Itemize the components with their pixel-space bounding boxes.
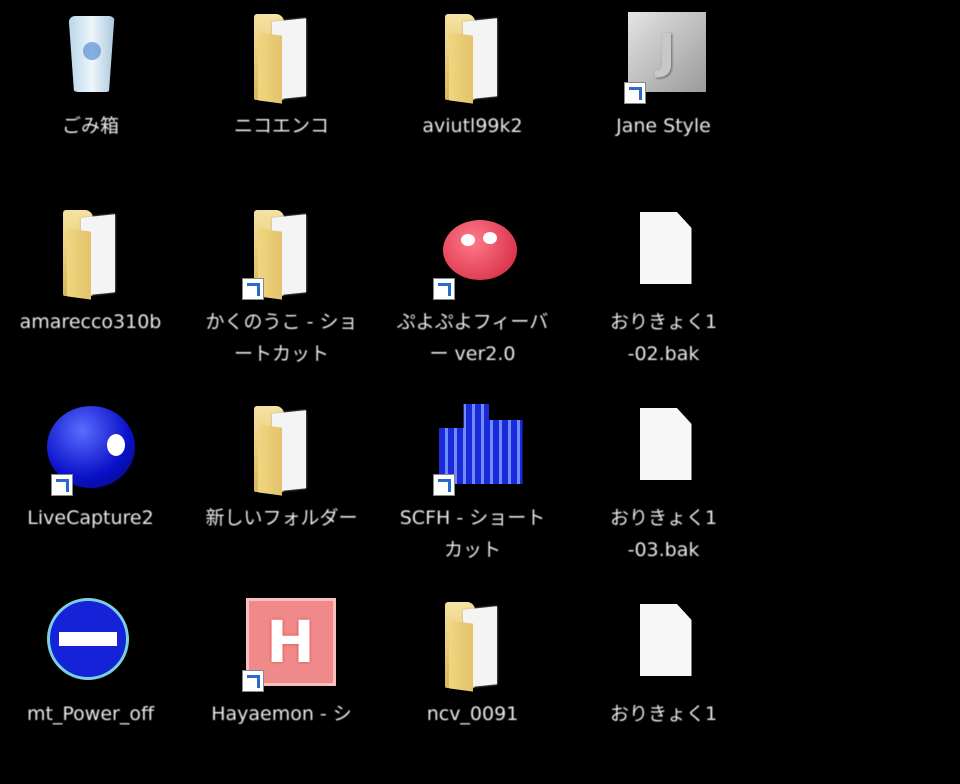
- desktop-icon[interactable]: ニコエンコ: [186, 0, 377, 196]
- desktop-icon[interactable]: ごみ箱: [0, 0, 186, 196]
- folder-icon[interactable]: [232, 204, 332, 304]
- desktop-icon-label[interactable]: Hayaemon - シ: [187, 698, 377, 730]
- desktop-icon-label[interactable]: LiveCapture2: [0, 502, 186, 534]
- shortcut-arrow-icon: [241, 670, 264, 692]
- no-entry-app-icon[interactable]: [41, 596, 141, 696]
- desktop-icon-label[interactable]: 新しいフォルダー: [187, 502, 377, 534]
- desktop-icon[interactable]: LiveCapture2: [0, 392, 186, 588]
- shortcut-arrow-icon: [50, 474, 73, 496]
- desktop-icon-label[interactable]: ncv_0091: [378, 698, 568, 730]
- desktop-icon-label[interactable]: おりきょく1 -03.bak: [569, 502, 759, 566]
- desktop-icon-label[interactable]: amarecco310b: [0, 306, 186, 338]
- desktop-icon-label[interactable]: ごみ箱: [0, 110, 186, 142]
- desktop-icon-label[interactable]: おりきょく1: [569, 698, 759, 730]
- shortcut-arrow-icon: [241, 278, 264, 300]
- desktop-icon-label[interactable]: mt_Power_off: [0, 698, 186, 730]
- desktop-icon[interactable]: mt_Power_off: [0, 588, 186, 784]
- livecapture-app-icon[interactable]: [41, 400, 141, 500]
- desktop-icon[interactable]: おりきょく1 -03.bak: [568, 392, 759, 588]
- desktop-icon-label[interactable]: ぷよぷよフィーバ ー ver2.0: [378, 306, 568, 370]
- folder-icon[interactable]: [423, 596, 523, 696]
- recycle-bin-icon[interactable]: [41, 8, 141, 108]
- shortcut-arrow-icon: [432, 278, 455, 300]
- desktop-icon-label[interactable]: SCFH - ショート カット: [378, 502, 568, 566]
- file-icon[interactable]: [614, 400, 714, 500]
- folder-icon[interactable]: [41, 204, 141, 304]
- file-icon[interactable]: [614, 596, 714, 696]
- desktop-icon[interactable]: amarecco310b: [0, 196, 186, 392]
- desktop-icon[interactable]: H Hayaemon - シ: [186, 588, 377, 784]
- shortcut-arrow-icon: [432, 474, 455, 496]
- hayaemon-app-icon[interactable]: H: [232, 596, 336, 696]
- jane-style-app-icon[interactable]: J: [614, 8, 714, 108]
- scfh-app-icon[interactable]: [423, 400, 523, 500]
- folder-icon[interactable]: [232, 8, 332, 108]
- desktop-icon[interactable]: J Jane Style: [568, 0, 759, 196]
- desktop-icon[interactable]: ぷよぷよフィーバ ー ver2.0: [377, 196, 568, 392]
- desktop-icon-label[interactable]: aviutl99k2: [378, 110, 568, 142]
- desktop-icon[interactable]: おりきょく1: [568, 588, 759, 784]
- desktop-icon-label[interactable]: Jane Style: [569, 110, 759, 142]
- puyo-app-icon[interactable]: [423, 204, 523, 304]
- shortcut-arrow-icon: [623, 82, 646, 104]
- desktop-icon-label[interactable]: ニコエンコ: [187, 110, 377, 142]
- desktop-icon-label[interactable]: おりきょく1 -02.bak: [569, 306, 759, 370]
- folder-icon[interactable]: [423, 8, 523, 108]
- folder-icon[interactable]: [232, 400, 332, 500]
- file-icon[interactable]: [614, 204, 714, 304]
- desktop-icon[interactable]: おりきょく1 -02.bak: [568, 196, 759, 392]
- desktop-icon[interactable]: かくのうこ - ショ ートカット: [186, 196, 377, 392]
- desktop-icon[interactable]: ncv_0091: [377, 588, 568, 784]
- desktop-icon[interactable]: aviutl99k2: [377, 0, 568, 196]
- desktop-icon[interactable]: 新しいフォルダー: [186, 392, 377, 588]
- desktop-icon[interactable]: SCFH - ショート カット: [377, 392, 568, 588]
- desktop-icon-grid: ごみ箱 ニコエンコ aviutl99k2 J Jane Style amarecco310…: [0, 0, 759, 784]
- desktop-icon-label[interactable]: かくのうこ - ショ ートカット: [187, 306, 377, 370]
